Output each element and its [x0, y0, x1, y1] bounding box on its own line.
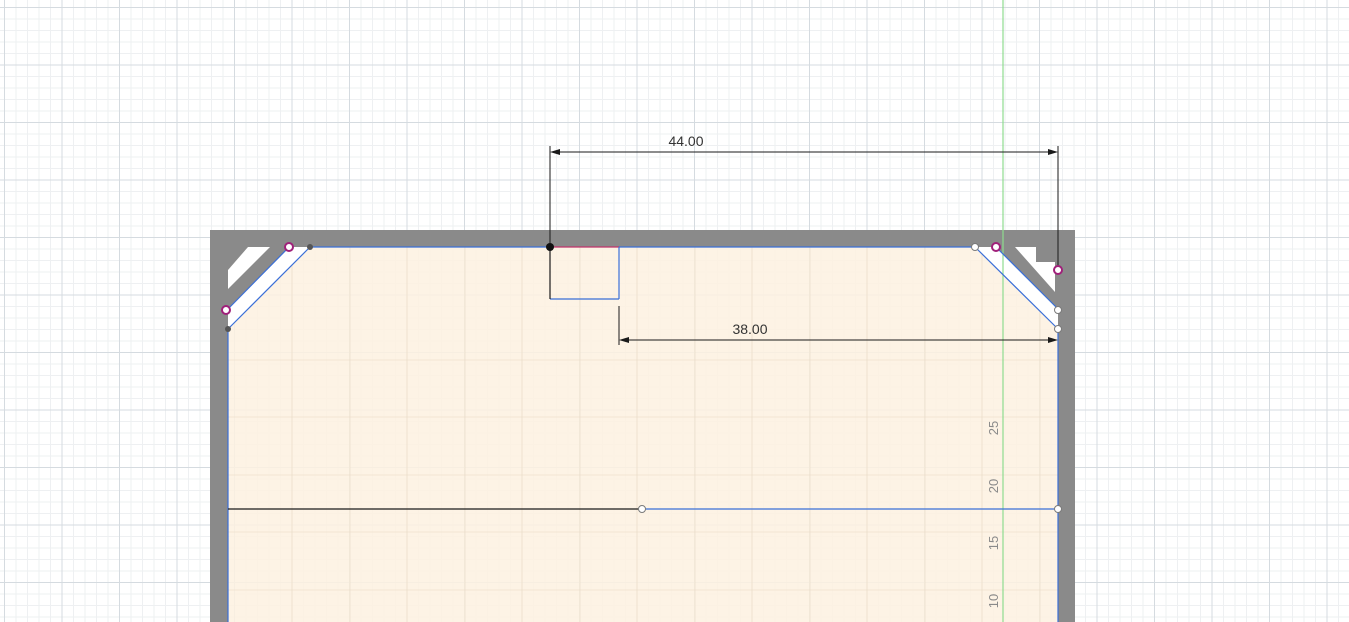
ruler-label: 10	[986, 594, 1001, 608]
sketch-point[interactable]	[971, 243, 979, 251]
profile-region[interactable]	[228, 247, 1058, 622]
constraint-point[interactable]	[284, 242, 294, 252]
ruler-label: 15	[986, 536, 1001, 550]
sketch-canvas[interactable]: 44.00 38.00 25 20 15 10	[0, 0, 1349, 622]
constraint-point[interactable]	[991, 242, 1001, 252]
sketch-point[interactable]	[1054, 306, 1062, 314]
sketch-point[interactable]	[1054, 505, 1062, 513]
sketch-point-selected[interactable]	[546, 243, 554, 251]
constraint-point[interactable]	[1053, 265, 1063, 275]
sketch-point[interactable]	[225, 326, 231, 332]
sketch-point[interactable]	[307, 244, 313, 250]
dimension-label-top-width[interactable]: 44.00	[668, 133, 703, 149]
constraint-point[interactable]	[221, 305, 231, 315]
ruler-label: 25	[986, 421, 1001, 435]
sketch-point[interactable]	[1054, 325, 1062, 333]
dimension-label-slot-offset[interactable]: 38.00	[732, 321, 767, 337]
ruler-label: 20	[986, 479, 1001, 493]
sketch-point[interactable]	[638, 505, 646, 513]
